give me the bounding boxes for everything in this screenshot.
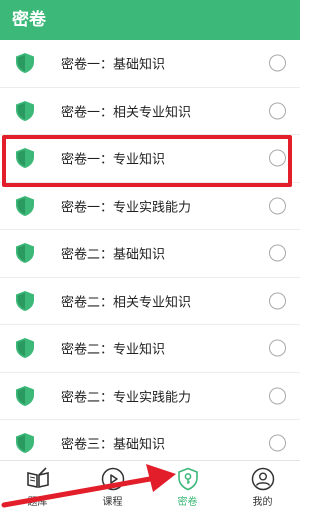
user-icon: [251, 467, 274, 491]
radio-button[interactable]: [269, 244, 286, 262]
shield-icon: [16, 148, 34, 169]
shield-icon: [16, 290, 34, 311]
list-item-label: 密卷一：相关专业知识: [61, 105, 192, 121]
shield-icon: [16, 53, 34, 74]
radio-button[interactable]: [269, 197, 286, 215]
shield-key-icon: [177, 467, 198, 491]
exam-list: 密卷一：基础知识 密卷一：相关专业知识 密卷一：专业知识 密卷一：专业实践能力 …: [0, 40, 300, 460]
shield-icon: [16, 195, 34, 216]
list-item[interactable]: 密卷二：相关专业知识: [0, 278, 300, 325]
tab-secret-exam[interactable]: 密卷: [150, 461, 225, 512]
radio-button[interactable]: [269, 54, 286, 72]
list-item[interactable]: 密卷二：基础知识: [0, 230, 300, 278]
list-item[interactable]: 密卷一：专业知识: [0, 135, 300, 183]
list-item-label: 密卷一：基础知识: [61, 57, 166, 73]
radio-button[interactable]: [269, 102, 286, 120]
shield-icon: [16, 100, 34, 121]
bottom-tab-bar: 题库 课程 密卷 我的: [0, 460, 300, 512]
list-item-label: 密卷二：基础知识: [61, 247, 166, 263]
tab-label: 题库: [27, 497, 48, 508]
tab-label: 密卷: [177, 497, 198, 508]
play-icon: [101, 467, 124, 491]
list-item[interactable]: 密卷一：基础知识: [0, 40, 300, 88]
radio-button[interactable]: [269, 292, 286, 310]
shield-icon: [16, 433, 34, 454]
page-title: 密卷: [0, 0, 300, 40]
radio-button[interactable]: [269, 434, 286, 452]
list-item-label: 密卷二：相关专业知识: [61, 295, 192, 311]
list-item-label: 密卷一：专业实践能力: [61, 200, 192, 216]
tab-course[interactable]: 课程: [75, 461, 150, 512]
list-item-label: 密卷二：专业知识: [61, 342, 166, 358]
list-item-label: 密卷二：专业实践能力: [61, 390, 192, 406]
book-icon: [26, 467, 49, 488]
shield-icon: [16, 338, 34, 359]
shield-icon: [16, 243, 34, 264]
tab-label: 课程: [102, 497, 123, 508]
list-item[interactable]: 密卷三：基础知识: [0, 420, 300, 460]
radio-button[interactable]: [269, 387, 286, 405]
shield-icon: [16, 385, 34, 406]
list-item[interactable]: 密卷一：相关专业知识: [0, 88, 300, 135]
list-item[interactable]: 密卷二：专业知识: [0, 325, 300, 373]
radio-button[interactable]: [269, 339, 286, 357]
list-item-label: 密卷一：专业知识: [61, 152, 166, 168]
list-item[interactable]: 密卷二：专业实践能力: [0, 373, 300, 420]
tab-question-bank[interactable]: 题库: [0, 461, 75, 512]
radio-button[interactable]: [269, 149, 286, 167]
list-item-label: 密卷三：基础知识: [61, 437, 166, 453]
tab-mine[interactable]: 我的: [225, 461, 300, 512]
tab-label: 我的: [252, 497, 273, 508]
list-item[interactable]: 密卷一：专业实践能力: [0, 183, 300, 230]
